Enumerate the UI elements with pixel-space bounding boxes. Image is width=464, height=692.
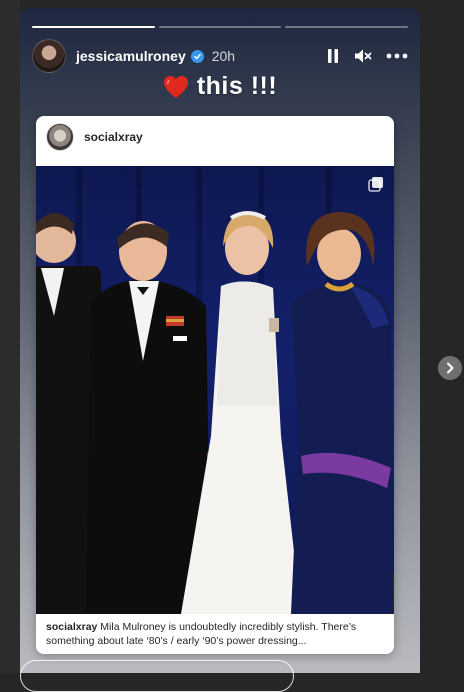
photo-person-woman-navy [291, 212, 393, 614]
story-text-sticker: this !!! [20, 72, 420, 101]
red-heart-icon [163, 75, 188, 98]
progress-segment [158, 26, 282, 28]
post-header: socialxray [36, 116, 394, 158]
shared-post-card[interactable]: socialxray socialxray Mila Mulroney is u… [36, 116, 394, 654]
story-header: jessicamulroney 20h [32, 38, 408, 74]
story-progress-bar [32, 26, 409, 28]
story-controls [326, 48, 408, 64]
post-photo[interactable] [36, 166, 394, 614]
left-background [0, 0, 20, 673]
pause-icon[interactable] [326, 48, 340, 64]
post-avatar[interactable] [46, 123, 74, 151]
story-timestamp: 20h [211, 48, 236, 64]
verified-badge-icon [190, 49, 204, 63]
story-viewer[interactable]: jessicamulroney 20h this !!! socialxray [20, 8, 420, 673]
post-caption: socialxray Mila Mulroney is undoubtedly … [46, 620, 384, 648]
progress-segment-fill [32, 26, 155, 28]
multiple-images-icon [368, 177, 383, 192]
post-username[interactable]: socialxray [84, 130, 143, 144]
progress-segment [285, 26, 409, 28]
story-username[interactable]: jessicamulroney [76, 48, 186, 64]
sticker-caption-text: this !!! [196, 72, 278, 100]
reply-input[interactable] [20, 660, 294, 692]
progress-segment [32, 26, 155, 28]
more-options-icon[interactable] [386, 53, 408, 59]
chevron-right-icon[interactable] [438, 356, 462, 380]
caption-username[interactable]: socialxray [46, 621, 97, 633]
mute-icon[interactable] [354, 48, 372, 64]
avatar[interactable] [32, 39, 66, 73]
